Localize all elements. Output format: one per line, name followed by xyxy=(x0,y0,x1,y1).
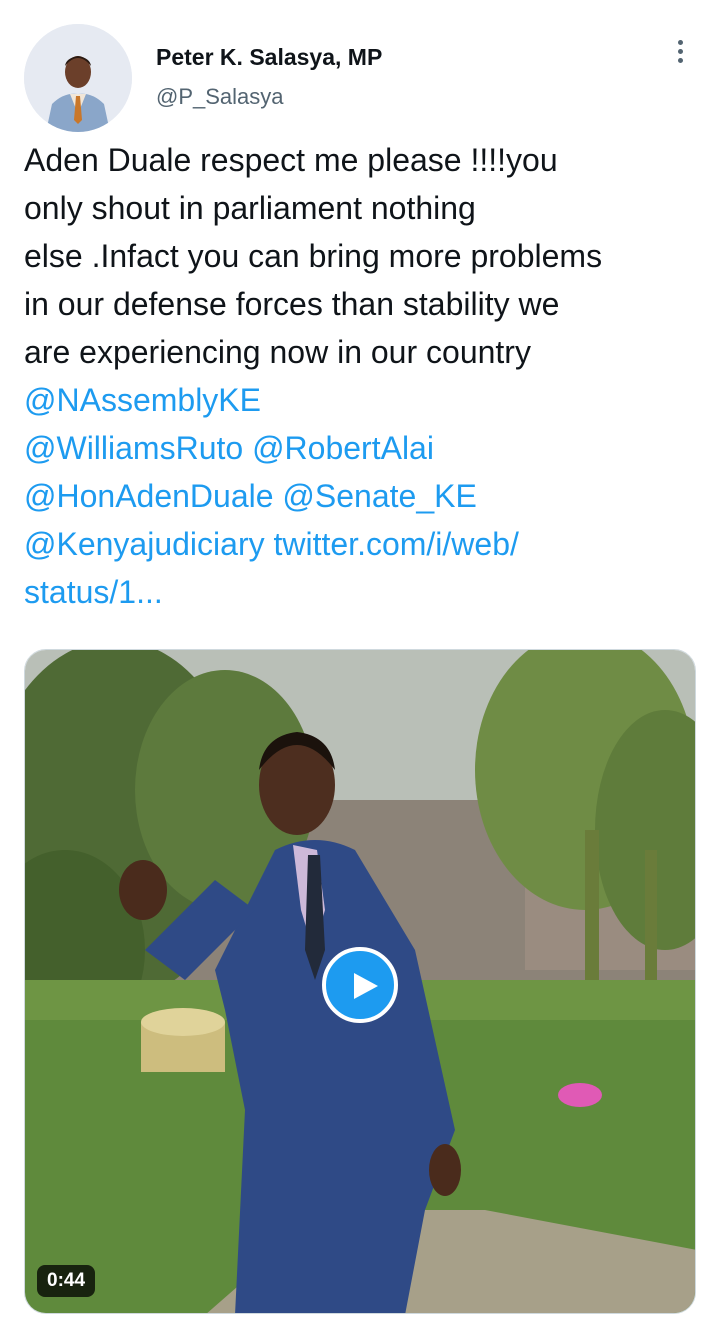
display-name[interactable]: Peter K. Salasya, MP xyxy=(156,42,382,72)
mention-link[interactable]: @Senate_KE xyxy=(282,478,476,514)
tweet-line: are experiencing now in our country xyxy=(24,334,531,370)
play-button[interactable] xyxy=(322,947,398,1023)
tweet-line: else .Infact you can bring more problems xyxy=(24,238,603,274)
url-link[interactable]: status/1... xyxy=(24,574,163,610)
mention-link[interactable]: @Kenyajudiciary xyxy=(24,526,265,562)
video-duration: 0:44 xyxy=(37,1265,96,1297)
more-vertical-icon[interactable] xyxy=(670,40,690,70)
url-link[interactable]: twitter.com/i/web/ xyxy=(273,526,518,562)
tweet-text: Aden Duale respect me please !!!!you onl… xyxy=(24,136,704,616)
video-player[interactable]: 0:44 xyxy=(24,649,696,1314)
mention-link[interactable]: @RobertAlai xyxy=(252,430,434,466)
previous-tweet-fragment xyxy=(280,0,360,2)
tweet-author[interactable]: Peter K. Salasya, MP @P_Salasya xyxy=(156,42,382,112)
bottom-divider xyxy=(0,1316,720,1323)
tweet-line: in our defense forces than stability we xyxy=(24,286,560,322)
profile-photo xyxy=(24,24,132,132)
avatar[interactable] xyxy=(24,24,132,132)
user-handle[interactable]: @P_Salasya xyxy=(156,82,382,112)
mention-link[interactable]: @HonAdenDuale xyxy=(24,478,274,514)
tweet-line: Aden Duale respect me please !!!!you xyxy=(24,142,558,178)
play-icon xyxy=(354,973,378,999)
tweet-line: only shout in parliament nothing xyxy=(24,190,476,226)
mention-link[interactable]: @WilliamsRuto xyxy=(24,430,243,466)
mention-link[interactable]: @NAssemblyKE xyxy=(24,382,261,418)
